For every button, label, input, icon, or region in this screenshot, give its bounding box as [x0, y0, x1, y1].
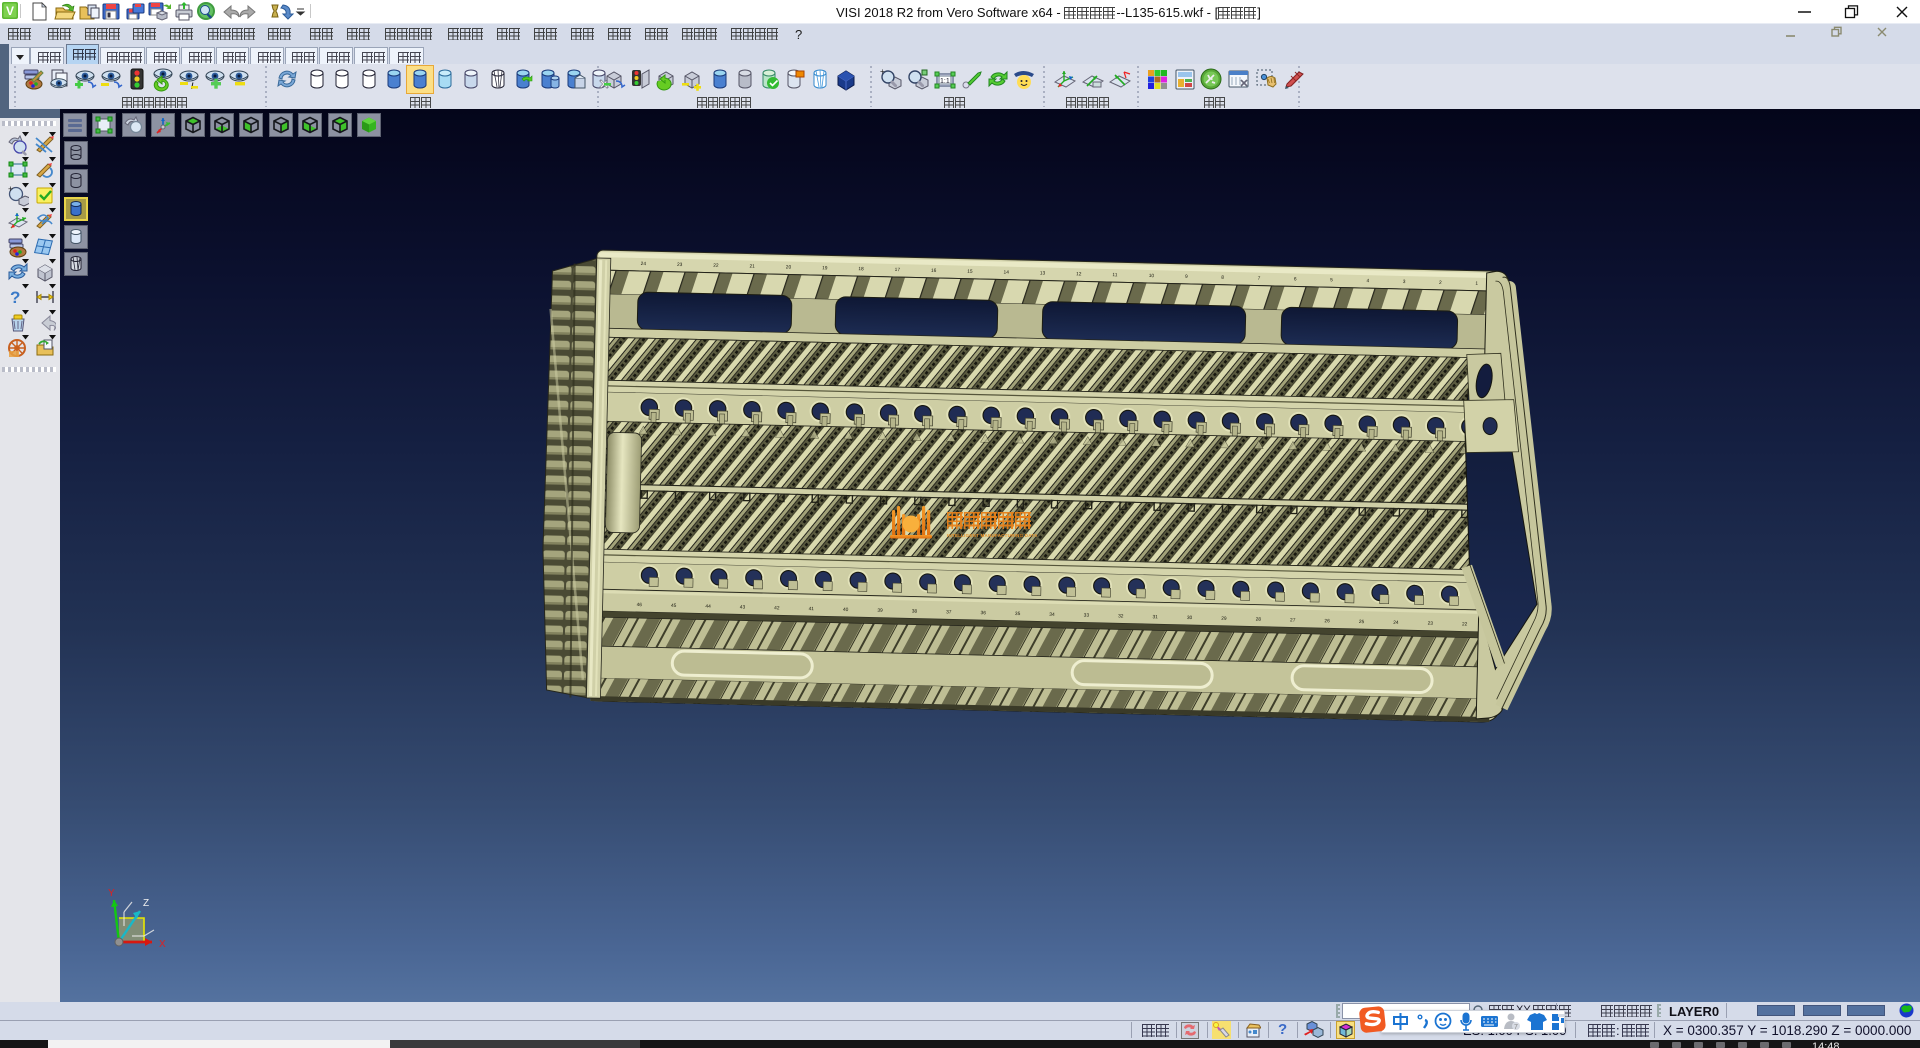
svg-text:+: +: [880, 68, 885, 76]
svg-text:39: 39: [877, 608, 883, 614]
svg-text:V: V: [6, 4, 14, 18]
svg-text:22: 22: [713, 263, 719, 269]
svg-text:+: +: [8, 185, 13, 194]
svg-text:33: 33: [1084, 613, 1090, 619]
svg-text:24: 24: [641, 261, 647, 267]
svg-text:12: 12: [1076, 271, 1082, 277]
svg-text:22: 22: [1462, 621, 1468, 627]
svg-text:14: 14: [1004, 270, 1010, 276]
svg-text:1: 1: [1475, 281, 1478, 287]
svg-text:37: 37: [946, 609, 952, 615]
svg-text:18: 18: [858, 266, 864, 272]
svg-text:16: 16: [931, 268, 937, 274]
svg-text:Y: Y: [108, 888, 115, 899]
svg-text:5: 5: [1330, 277, 1333, 283]
svg-text:32: 32: [1118, 613, 1124, 619]
svg-text:7: 7: [1258, 276, 1261, 282]
svg-text:11: 11: [1112, 272, 1117, 278]
svg-text:27: 27: [1290, 617, 1296, 623]
svg-text:19: 19: [822, 265, 828, 271]
svg-text:40: 40: [843, 607, 849, 613]
svg-text:26: 26: [1324, 618, 1330, 624]
svg-text:17: 17: [895, 267, 901, 273]
svg-text:42: 42: [774, 605, 780, 611]
svg-text:45: 45: [671, 603, 677, 609]
svg-text:29: 29: [1221, 616, 1227, 622]
svg-text:46: 46: [637, 602, 643, 608]
svg-text:9: 9: [1185, 274, 1188, 280]
svg-text:34: 34: [1049, 612, 1055, 618]
svg-text:7: 7: [1514, 1024, 1518, 1031]
svg-text:23: 23: [677, 262, 683, 268]
svg-text:35: 35: [1015, 611, 1021, 617]
svg-text:25: 25: [1359, 619, 1365, 625]
svg-text:28: 28: [1256, 617, 1262, 623]
svg-text:43: 43: [740, 604, 746, 610]
svg-text:44: 44: [705, 604, 711, 610]
svg-text:36: 36: [980, 610, 986, 616]
svg-text:X: X: [159, 939, 166, 950]
svg-text:?: ?: [10, 288, 20, 307]
svg-text:21: 21: [749, 264, 755, 270]
svg-text:10: 10: [1149, 273, 1155, 279]
svg-text:3: 3: [1403, 279, 1406, 285]
svg-text:41: 41: [809, 606, 815, 612]
svg-text:13: 13: [1040, 270, 1046, 276]
svg-text:2: 2: [1439, 280, 1442, 286]
svg-text:24: 24: [1393, 620, 1399, 626]
svg-text:31: 31: [1152, 614, 1158, 620]
svg-text:8: 8: [1221, 275, 1224, 281]
svg-text:30: 30: [1187, 615, 1193, 621]
svg-text:4: 4: [1366, 278, 1369, 284]
svg-text:38: 38: [912, 609, 918, 615]
svg-text:1:1: 1:1: [940, 78, 950, 85]
svg-text:6: 6: [1294, 276, 1297, 282]
svg-text:15: 15: [967, 269, 973, 275]
svg-text:20: 20: [786, 264, 792, 270]
svg-text:23: 23: [1428, 621, 1434, 627]
svg-text:Z: Z: [143, 898, 149, 909]
